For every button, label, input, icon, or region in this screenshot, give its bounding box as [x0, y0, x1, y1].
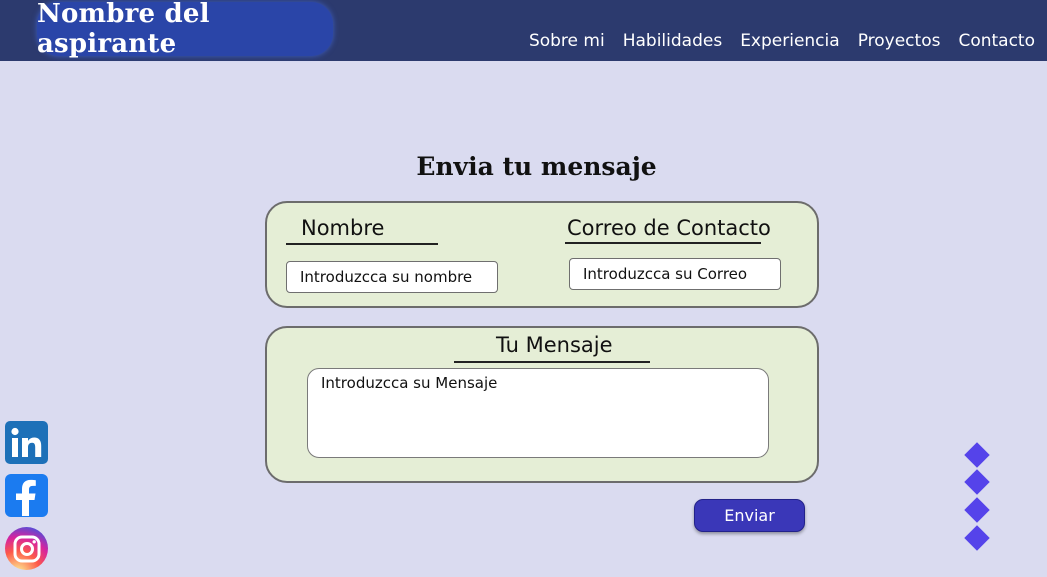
diamond-decoration-2 — [964, 469, 990, 495]
message-panel: Tu Mensaje Introduzcca su Mensaje — [265, 326, 819, 483]
email-field[interactable]: Introduzcca su Correo — [569, 258, 781, 290]
logo-text: Nombre del aspirante — [37, 0, 210, 59]
name-label: Nombre — [301, 216, 385, 240]
message-textarea[interactable]: Introduzcca su Mensaje — [307, 368, 769, 458]
nav-item-habilidades[interactable]: Habilidades — [623, 31, 722, 51]
nav-item-contacto[interactable]: Contacto — [958, 31, 1035, 51]
linkedin-icon[interactable] — [5, 421, 48, 464]
name-label-underline — [286, 243, 438, 245]
message-label-underline — [454, 361, 650, 363]
email-label: Correo de Contacto — [567, 216, 771, 240]
diamond-decoration-4 — [964, 525, 990, 551]
main-nav: Sobre mi Habilidades Experiencia Proyect… — [529, 31, 1035, 51]
diamond-decoration-3 — [964, 497, 990, 523]
contact-info-panel: Nombre Introduzcca su nombre Correo de C… — [265, 201, 819, 308]
nav-item-experiencia[interactable]: Experiencia — [740, 31, 840, 51]
message-label: Tu Mensaje — [496, 333, 613, 357]
header-bar: Nombre del aspirante Sobre mi Habilidade… — [0, 0, 1047, 61]
name-field[interactable]: Introduzcca su nombre — [286, 261, 498, 293]
send-button[interactable]: Enviar — [694, 499, 805, 532]
page-title: Envia tu mensaje — [416, 152, 657, 181]
logo[interactable]: Nombre del aspirante — [37, 0, 333, 59]
facebook-icon[interactable] — [5, 474, 48, 517]
nav-item-proyectos[interactable]: Proyectos — [858, 31, 941, 51]
diamond-decoration-1 — [964, 442, 990, 468]
nav-item-sobre-mi[interactable]: Sobre mi — [529, 31, 605, 51]
email-label-underline — [565, 242, 761, 244]
instagram-icon[interactable] — [5, 527, 48, 570]
